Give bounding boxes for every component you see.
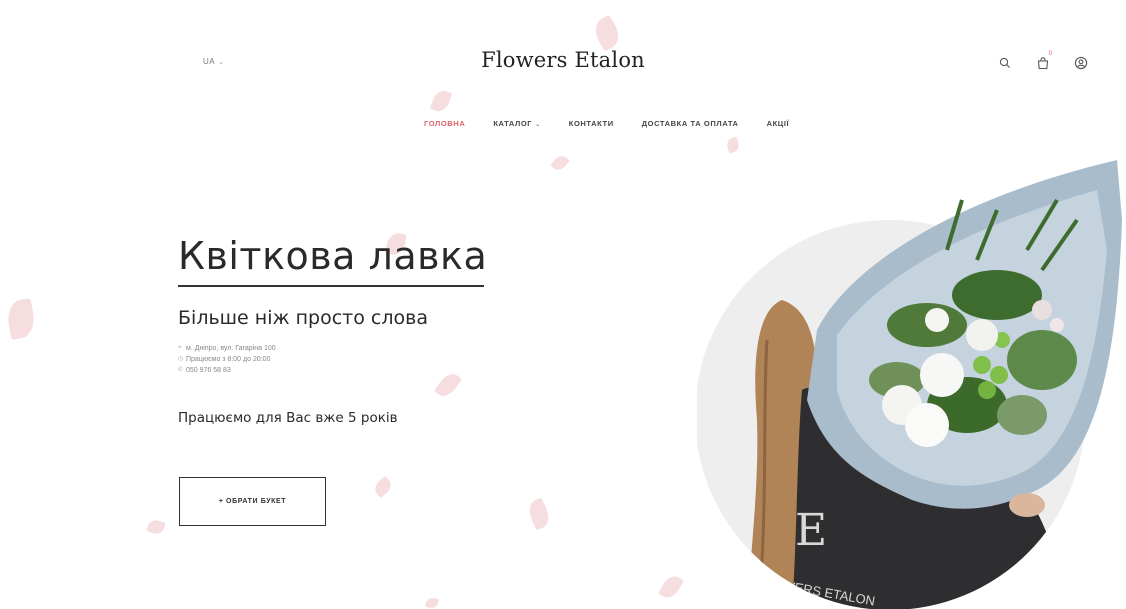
nav-item-promotions[interactable]: АКЦІЇ xyxy=(753,119,804,128)
chevron-down-icon: ⌄ xyxy=(535,122,541,128)
phone-row[interactable]: ✆ 050 976 58 83 xyxy=(178,365,276,376)
nav-item-catalog[interactable]: КАТАЛОГ ⌄ xyxy=(479,119,554,128)
nav-item-label: ГОЛОВНА xyxy=(424,119,466,128)
nav-item-home[interactable]: ГОЛОВНА xyxy=(410,119,479,128)
search-icon[interactable] xyxy=(994,52,1016,74)
petal-decoration xyxy=(524,497,554,531)
clock-icon: ◷ xyxy=(178,356,184,362)
user-icon[interactable] xyxy=(1070,52,1092,74)
address-text: м. Дніпро, вул. Гагаріна 100 xyxy=(186,345,276,352)
phone-text: 050 976 58 83 xyxy=(186,367,231,374)
jacket-logo-letter: E xyxy=(795,505,827,556)
years-text: Працюємо для Вас вже 5 років xyxy=(178,410,398,426)
title-underline xyxy=(178,285,484,287)
petal-decoration xyxy=(425,597,439,609)
nav-item-contacts[interactable]: КОНТАКТИ xyxy=(555,119,628,128)
petal-decoration xyxy=(658,572,684,602)
location-pin-icon: ⌖ xyxy=(178,345,182,351)
petal-decoration xyxy=(433,369,463,401)
contact-info: ⌖ м. Дніпро, вул. Гагаріна 100 ◷ Працюємо … xyxy=(178,343,276,376)
hero-subtitle: Більше ніж просто слова xyxy=(178,307,428,329)
site-logo[interactable]: Flowers Etalon xyxy=(0,48,1126,72)
address-row: ⌖ м. Дніпро, вул. Гагаріна 100 xyxy=(178,343,276,354)
hero-bouquet-image: E FLOWERS ETALON xyxy=(697,160,1122,609)
petal-decoration xyxy=(550,153,570,173)
petal-decoration xyxy=(724,136,742,154)
petal-decoration xyxy=(589,14,625,52)
nav-item-label: АКЦІЇ xyxy=(766,119,790,128)
petal-decoration xyxy=(4,298,38,340)
phone-icon: ✆ xyxy=(178,367,184,373)
petal-decoration xyxy=(146,517,166,537)
cart-icon[interactable]: 0 xyxy=(1032,51,1054,74)
nav-item-label: КОНТАКТИ xyxy=(568,119,614,128)
hours-row: ◷ Працюємо з 8:00 до 20:00 xyxy=(178,354,276,365)
cart-count-badge: 0 xyxy=(1048,51,1052,57)
petal-decoration xyxy=(371,475,395,499)
header-actions: 0 xyxy=(986,51,1126,74)
hero-title: Квіткова лавка xyxy=(178,234,488,278)
choose-bouquet-button[interactable]: + ОБРАТИ БУКЕТ xyxy=(179,477,326,526)
hours-text: Працюємо з 8:00 до 20:00 xyxy=(186,356,271,363)
petal-decoration xyxy=(429,87,453,115)
nav-item-label: КАТАЛОГ xyxy=(493,119,533,128)
nav-item-delivery[interactable]: ДОСТАВКА ТА ОПЛАТА xyxy=(628,119,753,128)
main-nav: ГОЛОВНА КАТАЛОГ ⌄ КОНТАКТИ ДОСТАВКА ТА ОП… xyxy=(410,119,803,128)
nav-item-label: ДОСТАВКА ТА ОПЛАТА xyxy=(641,119,739,128)
